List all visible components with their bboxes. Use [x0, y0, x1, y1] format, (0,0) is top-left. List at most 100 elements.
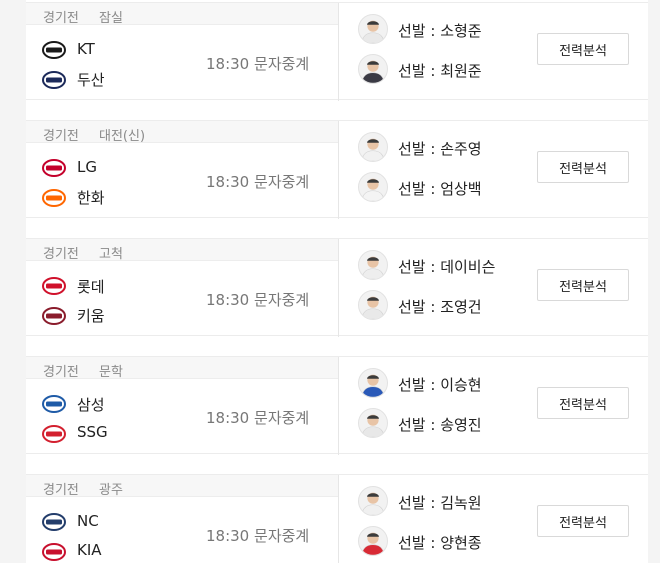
pitcher-name: 이승현: [440, 376, 482, 394]
pitcher-avatar[interactable]: [358, 172, 388, 202]
game-time-broadcast[interactable]: 18:30 문자중계: [206, 407, 309, 428]
pitcher-avatar[interactable]: [358, 290, 388, 320]
game-status-label: 경기전: [43, 11, 79, 26]
pitcher-avatar[interactable]: [358, 526, 388, 556]
starting-pitcher[interactable]: 선발 : 조영건: [398, 296, 482, 317]
pitcher-avatar[interactable]: [358, 486, 388, 516]
pitcher-role: 선발: [398, 534, 426, 552]
role-separator: :: [425, 376, 441, 394]
pitcher-role: 선발: [398, 62, 426, 80]
lg-twins-logo: [42, 156, 66, 180]
pitcher-avatar[interactable]: [358, 368, 388, 398]
starting-pitcher[interactable]: 선발 : 소형준: [398, 20, 482, 41]
nc-dinos-logo: [42, 510, 66, 534]
stadium-label: 문학: [99, 365, 123, 380]
stadium-label: 광주: [99, 483, 123, 498]
stadium-label: 대전(신): [99, 129, 146, 144]
text-broadcast-link[interactable]: 문자중계: [254, 55, 309, 73]
team-name-link[interactable]: 한화: [77, 187, 105, 208]
pitcher-avatar[interactable]: [358, 14, 388, 44]
game-time-broadcast[interactable]: 18:30 문자중계: [206, 289, 309, 310]
analysis-button[interactable]: 전력분석: [537, 269, 629, 301]
game-card: 경기전 고척 롯데 키움 18:30 문자중계 선발 : 데이비슨 선발 : 조영건 전력분석: [26, 238, 648, 337]
pitcher-name: 김녹원: [440, 494, 482, 512]
pitcher-name: 최원준: [440, 62, 482, 80]
team-name-link[interactable]: KIA: [77, 541, 102, 559]
team-name-link[interactable]: NC: [77, 512, 99, 530]
game-card: 경기전 대전(신) LG 한화 18:30 문자중계 선발 : 손주영 선발 : 엄상백 전력…: [26, 120, 648, 219]
game-time-broadcast[interactable]: 18:30 문자중계: [206, 525, 309, 546]
pitcher-name: 손주영: [440, 140, 482, 158]
role-separator: :: [425, 140, 441, 158]
role-separator: :: [425, 494, 441, 512]
game-time: 18:30: [206, 173, 250, 191]
game-time: 18:30: [206, 55, 250, 73]
text-broadcast-link[interactable]: 문자중계: [254, 291, 309, 309]
pitcher-role: 선발: [398, 416, 426, 434]
game-status-header: 경기전 문학: [26, 357, 338, 380]
right-page-margin: [648, 0, 660, 563]
game-time: 18:30: [206, 409, 250, 427]
pitcher-role: 선발: [398, 140, 426, 158]
starting-pitcher[interactable]: 선발 : 손주영: [398, 138, 482, 159]
pitcher-avatar[interactable]: [358, 408, 388, 438]
starting-pitcher[interactable]: 선발 : 엄상백: [398, 178, 482, 199]
analysis-button[interactable]: 전력분석: [537, 505, 629, 537]
role-separator: :: [425, 180, 441, 198]
starting-pitcher[interactable]: 선발 : 송영진: [398, 414, 482, 435]
team-name-link[interactable]: SSG: [77, 423, 108, 441]
column-divider: [338, 121, 339, 219]
team-name-link[interactable]: 롯데: [77, 276, 105, 297]
starting-pitcher[interactable]: 선발 : 양현종: [398, 532, 482, 553]
starting-pitcher[interactable]: 선발 : 최원준: [398, 60, 482, 81]
game-status-header: 경기전 대전(신): [26, 121, 338, 144]
role-separator: :: [425, 534, 441, 552]
game-time: 18:30: [206, 527, 250, 545]
team-name-link[interactable]: LG: [77, 158, 97, 176]
team-name-link[interactable]: KT: [77, 40, 95, 58]
pitcher-role: 선발: [398, 258, 426, 276]
analysis-button[interactable]: 전력분석: [537, 33, 629, 65]
pitcher-role: 선발: [398, 494, 426, 512]
pitcher-name: 엄상백: [440, 180, 482, 198]
pitcher-avatar[interactable]: [358, 132, 388, 162]
left-page-margin: [0, 0, 26, 563]
role-separator: :: [425, 416, 441, 434]
column-divider: [338, 475, 339, 563]
kia-tigers-logo: [42, 540, 66, 563]
starting-pitcher[interactable]: 선발 : 이승현: [398, 374, 482, 395]
team-name-link[interactable]: 키움: [77, 305, 105, 326]
game-status-header: 경기전 광주: [26, 475, 338, 498]
text-broadcast-link[interactable]: 문자중계: [254, 173, 309, 191]
role-separator: :: [425, 298, 441, 316]
pitcher-name: 소형준: [440, 22, 482, 40]
pitcher-name: 조영건: [440, 298, 482, 316]
column-divider: [338, 239, 339, 337]
game-card: 경기전 문학삼성 SSG 18:30 문자중계 선발 : 이승현선발 : 송영진 전력분석: [26, 356, 648, 455]
game-card: 경기전 광주 NC KIA 18:30 문자중계 선발 : 김녹원 선발 : 양현종 전력분석: [26, 474, 648, 563]
game-time-broadcast[interactable]: 18:30 문자중계: [206, 171, 309, 192]
role-separator: :: [425, 62, 441, 80]
game-status-label: 경기전: [43, 365, 79, 380]
analysis-button[interactable]: 전력분석: [537, 387, 629, 419]
team-name-link[interactable]: 삼성: [77, 394, 105, 415]
game-status-header: 경기전 고척: [26, 239, 338, 262]
kt-wiz-logo: [42, 38, 66, 62]
game-status-label: 경기전: [43, 483, 79, 498]
pitcher-name: 송영진: [440, 416, 482, 434]
column-divider: [338, 3, 339, 101]
pitcher-avatar[interactable]: [358, 250, 388, 280]
game-time-broadcast[interactable]: 18:30 문자중계: [206, 53, 309, 74]
hanwha-eagles-logo: [42, 186, 66, 210]
text-broadcast-link[interactable]: 문자중계: [254, 527, 309, 545]
starting-pitcher[interactable]: 선발 : 김녹원: [398, 492, 482, 513]
pitcher-avatar[interactable]: [358, 54, 388, 84]
team-name-link[interactable]: 두산: [77, 69, 105, 90]
game-status-label: 경기전: [43, 129, 79, 144]
doosan-bears-logo: [42, 68, 66, 92]
analysis-button[interactable]: 전력분석: [537, 151, 629, 183]
text-broadcast-link[interactable]: 문자중계: [254, 409, 309, 427]
kiwoom-heroes-logo: [42, 304, 66, 328]
game-time: 18:30: [206, 291, 250, 309]
starting-pitcher[interactable]: 선발 : 데이비슨: [398, 256, 495, 277]
